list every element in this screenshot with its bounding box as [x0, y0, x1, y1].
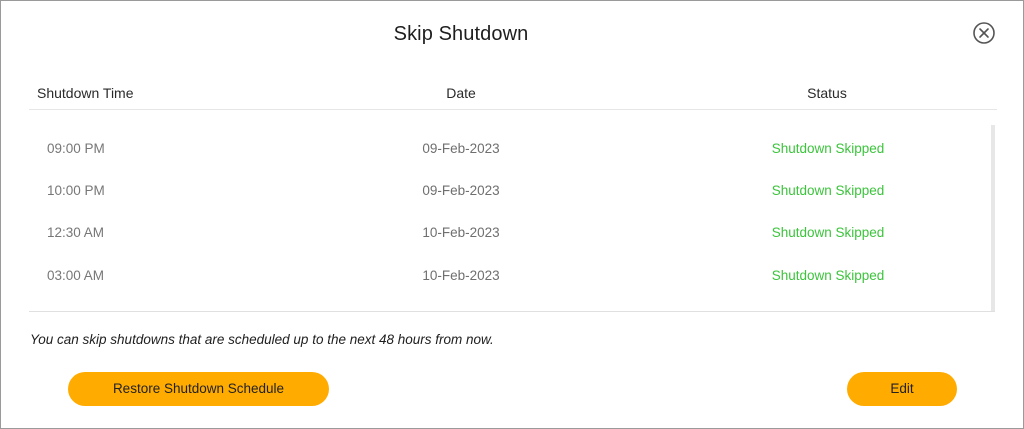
date-cell: 10-Feb-2023	[422, 268, 500, 283]
restore-shutdown-schedule-button[interactable]: Restore Shutdown Schedule	[68, 372, 329, 406]
close-circle-icon	[973, 22, 995, 44]
shutdown-time-cell: 09:00 PM	[47, 141, 105, 156]
status-cell: Shutdown Skipped	[771, 225, 885, 240]
shutdown-time-cell: 03:00 AM	[47, 268, 105, 283]
table-row: 03:00 AM 10-Feb-2023 Shutdown Skipped	[29, 268, 989, 288]
status-cell: Shutdown Skipped	[771, 141, 885, 156]
edit-button[interactable]: Edit	[847, 372, 957, 406]
status-cell: Shutdown Skipped	[771, 183, 885, 198]
skip-shutdown-dialog: Skip Shutdown Shutdown Time Date Status …	[0, 0, 1024, 429]
table-row: 10:00 PM 09-Feb-2023 Shutdown Skipped	[29, 183, 989, 203]
column-header-status: Status	[807, 85, 847, 101]
date-cell: 10-Feb-2023	[422, 225, 500, 240]
close-button[interactable]	[972, 21, 996, 45]
date-cell: 09-Feb-2023	[422, 141, 500, 156]
skip-info-note: You can skip shutdowns that are schedule…	[30, 332, 494, 347]
shutdown-time-cell: 10:00 PM	[47, 183, 105, 198]
table-row: 09:00 PM 09-Feb-2023 Shutdown Skipped	[29, 141, 989, 161]
date-cell: 09-Feb-2023	[422, 183, 500, 198]
table-row: 12:30 AM 10-Feb-2023 Shutdown Skipped	[29, 225, 989, 245]
table-header: Shutdown Time Date Status	[29, 85, 997, 110]
shutdown-time-cell: 12:30 AM	[47, 225, 105, 240]
shutdown-table-body: 09:00 PM 09-Feb-2023 Shutdown Skipped 10…	[29, 125, 995, 312]
status-cell: Shutdown Skipped	[771, 268, 885, 283]
table-scrollbar[interactable]	[991, 125, 995, 311]
column-header-shutdown-time: Shutdown Time	[37, 85, 134, 101]
dialog-title: Skip Shutdown	[393, 23, 529, 45]
column-header-date: Date	[446, 85, 476, 101]
